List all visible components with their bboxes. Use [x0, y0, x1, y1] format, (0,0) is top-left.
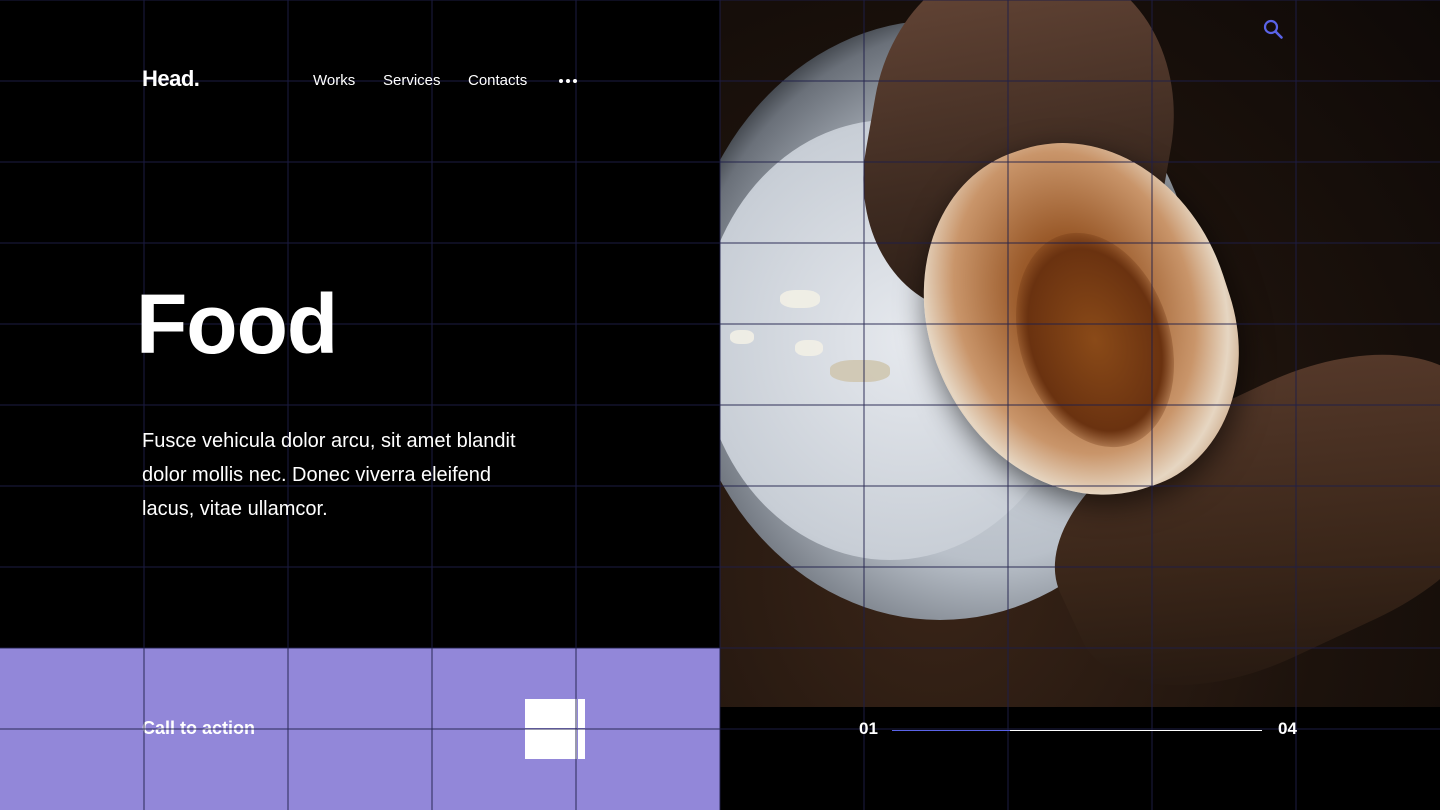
hero-photo: [720, 0, 1440, 707]
page-title: Food: [136, 277, 338, 371]
hero-description: Fusce vehicula dolor arcu, sit amet blan…: [142, 430, 516, 520]
crumb: [830, 360, 890, 382]
crumb: [730, 330, 754, 344]
crumb: [780, 290, 820, 308]
search-icon[interactable]: [1262, 18, 1284, 40]
nav-item-contacts[interactable]: Contacts: [468, 72, 527, 89]
crumb: [795, 340, 823, 356]
nav-item-works[interactable]: Works: [313, 72, 355, 89]
slide-progress-fill: [892, 730, 1011, 731]
slide-total: 04: [1278, 719, 1297, 738]
logo[interactable]: Head.: [142, 66, 200, 92]
grid-square-icon[interactable]: [525, 699, 585, 759]
cta-label[interactable]: Call to action: [142, 718, 255, 739]
cta-panel: [0, 648, 720, 810]
slide-current: 01: [859, 719, 878, 738]
more-horizontal-icon[interactable]: [559, 72, 577, 90]
nav-item-services[interactable]: Services: [383, 72, 441, 89]
